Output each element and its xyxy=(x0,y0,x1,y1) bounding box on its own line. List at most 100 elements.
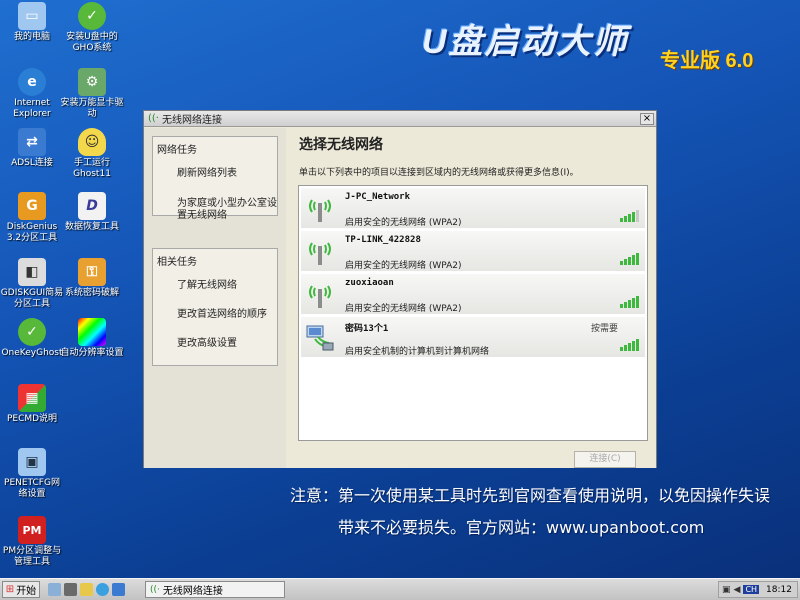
desktop-icon-resolution[interactable]: 自动分辨率设置 xyxy=(60,318,124,359)
desktop-icon-install-nic[interactable]: ⚙ 安装万能显卡驱动 xyxy=(60,68,124,120)
clock: 18:12 xyxy=(766,584,792,595)
resolution-icon xyxy=(78,318,106,346)
ie-icon: e xyxy=(18,68,46,96)
network-tasks-header: 网络任务 xyxy=(157,145,197,156)
desktop-icon-adsl[interactable]: ⇄ ADSL连接 xyxy=(0,128,64,169)
folder-quicklaunch-icon[interactable] xyxy=(80,583,93,596)
desktop-icon-label: PENETCFG网络设置 xyxy=(4,478,60,499)
signal-bar xyxy=(636,210,639,222)
main-pane: 选择无线网络 单击以下列表中的项目以连接到区域内的无线网络或获得更多信息(I)。… xyxy=(286,128,656,468)
desktop-icon-penetcfg[interactable]: ▣ PENETCFG网络设置 xyxy=(0,448,64,500)
desktop-icon-label: 安装U盘中的GHO系统 xyxy=(66,32,118,53)
signal-bar xyxy=(628,343,631,351)
window-titlebar[interactable]: ((· 无线网络连接 × xyxy=(144,111,656,127)
disk-icon: ◧ xyxy=(18,258,46,286)
signal-strength-icon xyxy=(620,339,639,351)
desktop-icon-manual-ghost[interactable]: ☺ 手工运行Ghost11 xyxy=(60,128,124,180)
wireless-icon: ((· xyxy=(148,113,159,124)
desktop-icon-onekeyghost[interactable]: ✓ OneKeyGhost xyxy=(0,318,64,359)
banner-edition: 专业版 6.0 xyxy=(660,50,754,72)
desktop-icon-label: OneKeyGhost xyxy=(1,348,63,358)
signal-bar xyxy=(624,302,627,308)
task-change-advanced-settings[interactable]: 更改高级设置 xyxy=(153,338,277,350)
signal-bar xyxy=(620,261,623,265)
network-icon: ▣ xyxy=(18,448,46,476)
desktop-icon-install-ghost[interactable]: ✓ 安装U盘中的GHO系统 xyxy=(60,2,124,54)
desktop-icon-label: Internet Explorer xyxy=(13,98,51,119)
connect-button[interactable]: 连接(C) xyxy=(574,451,636,468)
ie-quicklaunch-icon[interactable] xyxy=(112,583,125,596)
volume-tray-icon[interactable]: ◀ xyxy=(734,585,741,595)
start-button[interactable]: ⊞ 开始 xyxy=(2,581,40,598)
computer-icon: ▭ xyxy=(18,2,46,30)
network-item[interactable]: TP-LINK_422828 启用安全的无线网络 (WPA2) xyxy=(301,231,645,272)
diskgenius-icon: G xyxy=(18,192,46,220)
network-security: 启用安全的无线网络 (WPA2) xyxy=(345,261,462,271)
banner-title: U盘启动大师 xyxy=(422,23,629,61)
signal-bar xyxy=(624,259,627,265)
signal-bar xyxy=(628,300,631,308)
task-refresh-list[interactable]: 刷新网络列表 xyxy=(153,168,277,180)
ghost-icon: ☺ xyxy=(78,128,106,156)
adsl-icon: ⇄ xyxy=(18,128,46,156)
network-item[interactable]: 密码13个1 启用安全机制的计算机到计算机网络 按需要 xyxy=(301,317,645,358)
desktop-quicklaunch-icon[interactable] xyxy=(48,583,61,596)
desktop-icon-diskgenius[interactable]: G DiskGenius 3.2分区工具 xyxy=(0,192,64,244)
desktop-icon-ie[interactable]: e Internet Explorer xyxy=(0,68,64,120)
related-tasks-box: 相关任务 了解无线网络 更改首选网络的顺序 更改高级设置 xyxy=(152,248,278,366)
desktop-icon-label: 我的电脑 xyxy=(13,32,50,42)
signal-bar xyxy=(620,218,623,222)
browser-quicklaunch-icon[interactable] xyxy=(96,583,109,596)
task-setup-home-network[interactable]: 为家庭或小型办公室设置无线网络 xyxy=(153,198,277,222)
start-label: 开始 xyxy=(16,586,37,597)
desktop-icon-password[interactable]: ⚿ 系统密码破解 xyxy=(60,258,124,299)
adhoc-computer-icon xyxy=(306,325,334,351)
recovery-icon: D xyxy=(78,192,106,220)
signal-bar xyxy=(624,345,627,351)
wireless-antenna-icon xyxy=(309,285,331,308)
desktop-icon-data-recovery[interactable]: D 数据恢复工具 xyxy=(60,192,124,233)
network-item[interactable]: zuoxiaoan 启用安全的无线网络 (WPA2) xyxy=(301,274,645,315)
pecmd-icon: ▦ xyxy=(18,384,46,412)
network-tasks-box: 网络任务 刷新网络列表 为家庭或小型办公室设置无线网络 xyxy=(152,136,278,221)
signal-strength-icon xyxy=(620,253,639,265)
task-change-preferred-order[interactable]: 更改首选网络的顺序 xyxy=(153,309,277,321)
cmd-quicklaunch-icon[interactable] xyxy=(64,583,77,596)
notice-line-2: 带来不必要损失。官方网站：www.upanboot.com xyxy=(338,518,705,537)
taskbar-wireless-window-button[interactable]: ((· 无线网络连接 xyxy=(145,581,285,598)
close-button[interactable]: × xyxy=(640,112,654,125)
network-tray-icon[interactable]: ▣ xyxy=(722,585,731,595)
desktop-icon-label: 安装万能显卡驱动 xyxy=(60,98,124,119)
desktop-icon-label: 自动分辨率设置 xyxy=(60,348,124,358)
task-learn-wireless[interactable]: 了解无线网络 xyxy=(153,280,277,292)
network-item[interactable]: J-PC_Network 启用安全的无线网络 (WPA2) xyxy=(301,188,645,229)
network-name: J-PC_Network xyxy=(345,192,411,202)
key-icon: ⚿ xyxy=(78,258,106,286)
desktop-icon-label: DiskGenius 3.2分区工具 xyxy=(6,222,58,243)
desktop-icon-pecmd[interactable]: ▦ PECMD说明 xyxy=(0,384,64,425)
network-list: J-PC_Network 启用安全的无线网络 (WPA2) TP-LINK_42… xyxy=(298,185,648,441)
desktop-icon-label: PECMD说明 xyxy=(6,414,58,424)
desktop-icon-label: 系统密码破解 xyxy=(64,288,119,298)
desktop-icon-my-computer[interactable]: ▭ 我的电脑 xyxy=(0,2,64,43)
network-name: zuoxiaoan xyxy=(345,278,394,288)
desktop-icon-gdiskgui[interactable]: ◧ GDISKGUI简易分区工具 xyxy=(0,258,64,310)
signal-bar xyxy=(632,212,635,222)
network-name: 密码13个1 xyxy=(345,324,389,334)
main-description: 单击以下列表中的项目以连接到区域内的无线网络或获得更多信息(I)。 xyxy=(299,168,579,178)
signal-bar xyxy=(628,257,631,265)
signal-bar xyxy=(636,339,639,351)
signal-bar xyxy=(620,304,623,308)
desktop-icon-label: 手工运行Ghost11 xyxy=(73,158,111,179)
network-security: 启用安全的无线网络 (WPA2) xyxy=(345,218,462,228)
notice-line-1: 注意：第一次使用某工具时先到官网查看使用说明，以免因操作失误 xyxy=(290,486,771,505)
signal-strength-icon xyxy=(620,210,639,222)
ghost-icon: ✓ xyxy=(78,2,106,30)
language-indicator[interactable]: CH xyxy=(743,585,760,594)
driver-icon: ⚙ xyxy=(78,68,106,96)
signal-strength-icon xyxy=(620,296,639,308)
desktop-icon-label: GDISKGUI简易分区工具 xyxy=(0,288,64,309)
desktop-icon-label: PM分区调整与管理工具 xyxy=(2,546,62,567)
desktop-icon-pm[interactable]: PM PM分区调整与管理工具 xyxy=(0,516,64,568)
network-security: 启用安全机制的计算机到计算机网络 xyxy=(345,347,490,357)
